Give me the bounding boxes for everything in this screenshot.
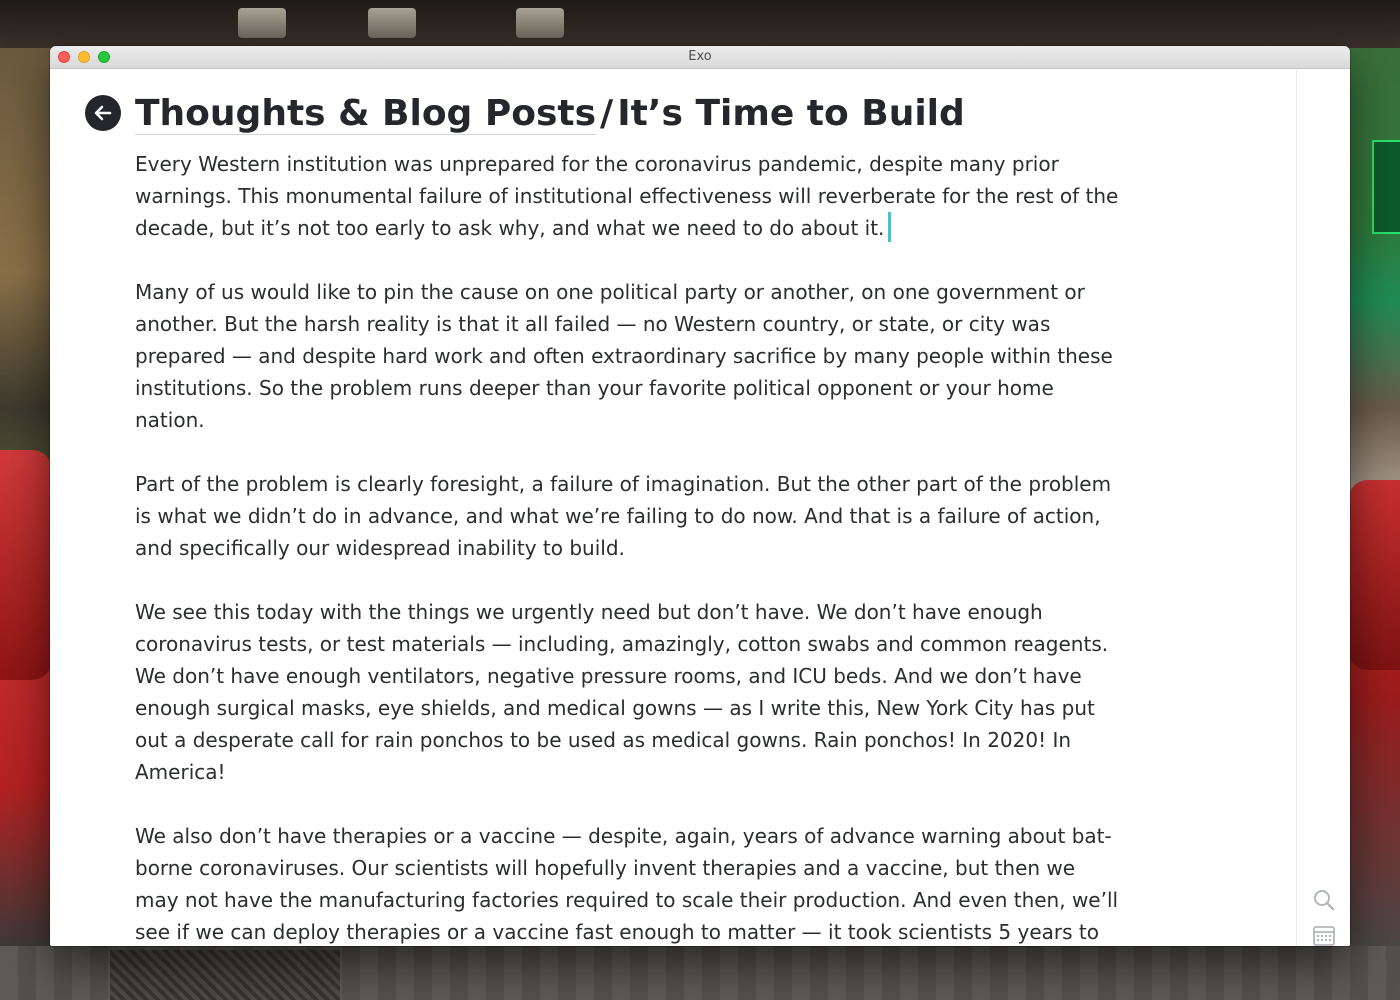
calendar-button[interactable] [1311,923,1337,946]
wallpaper-sign [1372,140,1400,234]
paragraph: Many of us would like to pin the cause o… [135,280,1113,432]
wallpaper-lamp [516,8,564,38]
search-icon [1314,890,1335,911]
paragraph: We also don’t have therapies or a vaccin… [135,824,1119,944]
wallpaper-car [0,450,52,680]
paragraph-text: Every Western institution was unprepared… [135,152,1119,240]
right-sidebar [1296,69,1350,946]
wallpaper-lamp [238,8,286,38]
breadcrumb-separator: / [600,93,614,134]
document-editor[interactable]: Every Western institution was unprepared… [135,148,1120,946]
title-bar[interactable]: Exo [50,46,1350,69]
calendar-icon [1313,926,1335,946]
paragraph: Part of the problem is clearly foresight… [135,472,1112,560]
arrow-left-icon [94,105,112,121]
app-window: Exo Thoughts & Blog Posts / It’s Time to B… [50,46,1350,946]
wallpaper-grate [110,950,340,1000]
breadcrumb-parent-link[interactable]: Thoughts & Blog Posts [135,93,597,135]
text-caret [888,212,892,242]
wallpaper-car [1348,480,1400,670]
page-title: It’s Time to Build [617,93,965,134]
page-heading: Thoughts & Blog Posts / It’s Time to Build [135,91,965,137]
wallpaper-top [0,0,1400,48]
back-button[interactable] [85,95,121,131]
search-button[interactable] [1311,887,1337,913]
wallpaper-lamp [368,8,416,38]
paragraph: We see this today with the things we urg… [135,600,1109,784]
paragraph: Every Western institution was unprepared… [135,148,1120,244]
window-title: Exo [688,49,712,64]
